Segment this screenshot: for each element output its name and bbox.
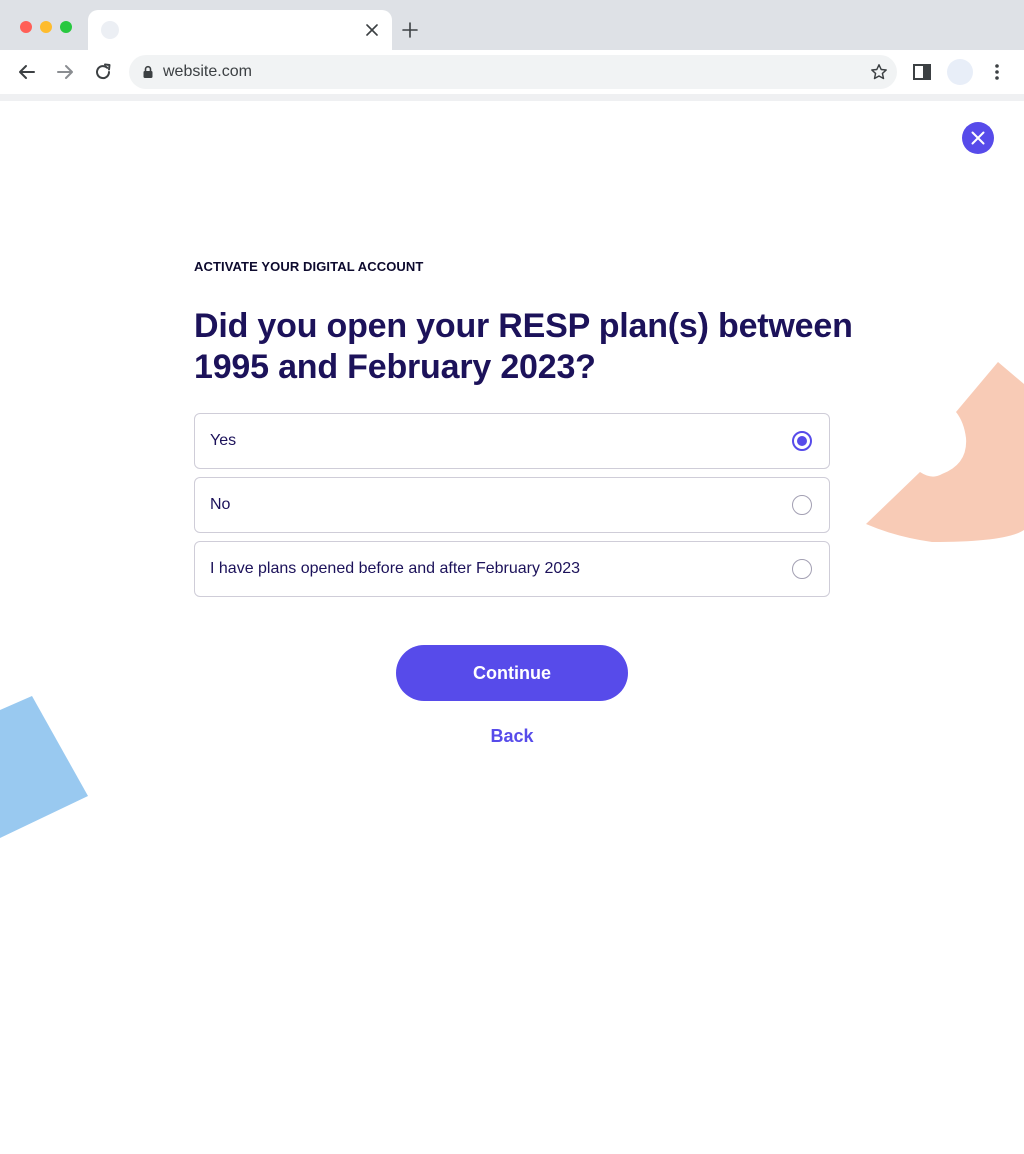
- kebab-menu-icon[interactable]: [986, 60, 1008, 84]
- browser-tab-bar: [0, 0, 1024, 50]
- url-text: website.com: [163, 63, 252, 80]
- side-panel-icon[interactable]: [912, 62, 932, 82]
- address-bar[interactable]: website.com: [129, 55, 897, 89]
- toolbar-divider: [0, 94, 1024, 101]
- favicon-icon: [101, 21, 119, 39]
- window-minimize-dot[interactable]: [40, 21, 52, 33]
- new-tab-icon[interactable]: [398, 18, 422, 42]
- question-heading: Did you open your RESP plan(s) between 1…: [194, 307, 853, 386]
- option-label: Yes: [210, 432, 237, 449]
- bookmark-star-icon[interactable]: [868, 61, 890, 83]
- radio-selected-icon[interactable]: [792, 431, 812, 451]
- option-label: No: [210, 496, 231, 513]
- browser-tab[interactable]: [88, 10, 392, 50]
- back-arrow-icon[interactable]: [15, 60, 39, 84]
- section-eyebrow: ACTIVATE YOUR DIGITAL ACCOUNT: [194, 259, 424, 274]
- decorative-blue-square-shape: [0, 696, 88, 838]
- window-close-dot[interactable]: [20, 21, 32, 33]
- radio-unselected-icon[interactable]: [792, 495, 812, 515]
- close-modal-button[interactable]: [962, 122, 994, 154]
- forward-arrow-icon[interactable]: [53, 60, 77, 84]
- radio-unselected-icon[interactable]: [792, 559, 812, 579]
- window-maximize-dot[interactable]: [60, 21, 72, 33]
- back-link[interactable]: Back: [452, 726, 572, 747]
- profile-avatar[interactable]: [947, 59, 973, 85]
- option-no[interactable]: No: [194, 477, 830, 533]
- option-before-and-after[interactable]: I have plans opened before and after Feb…: [194, 541, 830, 597]
- close-icon: [971, 131, 985, 145]
- lock-icon: [142, 65, 154, 79]
- tab-close-icon[interactable]: [362, 20, 382, 40]
- option-yes[interactable]: Yes: [194, 413, 830, 469]
- continue-button[interactable]: Continue: [396, 645, 628, 701]
- decorative-peach-arc-shape: [866, 362, 1024, 542]
- browser-toolbar: website.com: [0, 50, 1024, 94]
- reload-icon[interactable]: [91, 60, 115, 84]
- option-label: I have plans opened before and after Feb…: [210, 560, 581, 577]
